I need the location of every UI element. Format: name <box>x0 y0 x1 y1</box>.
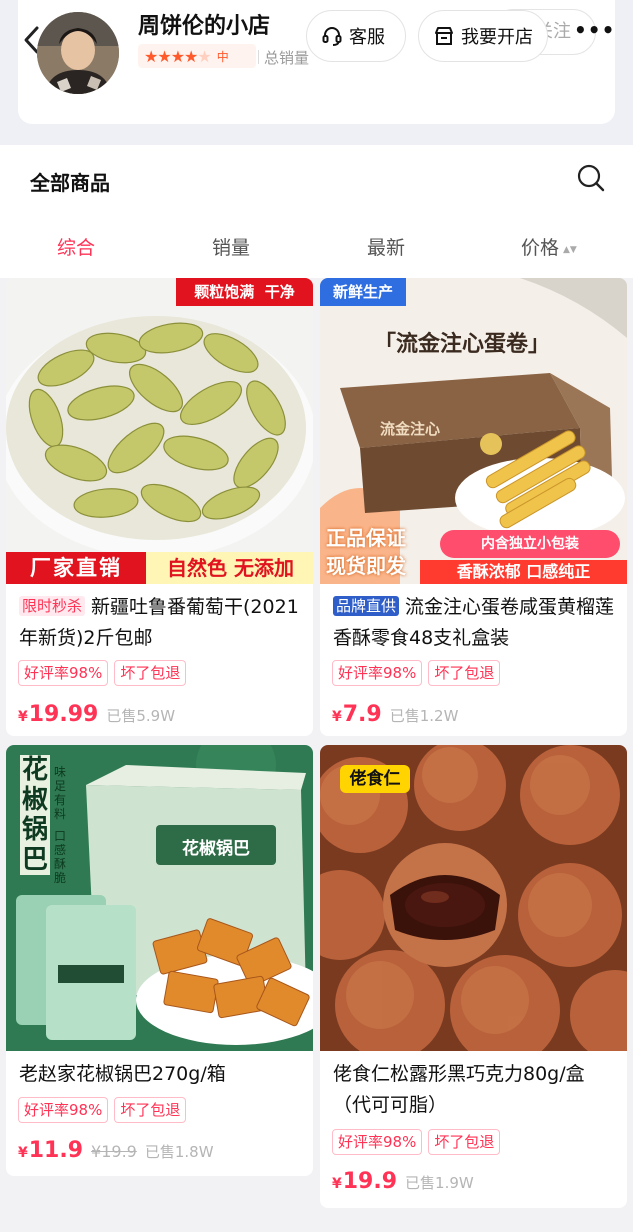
sort-tab-newest[interactable]: 最新 <box>367 233 405 260</box>
headset-icon <box>322 27 342 46</box>
avatar-image <box>37 12 119 94</box>
rating-level: 中 <box>216 49 229 64</box>
product-tags: 好评率98% 坏了包退 <box>332 1129 501 1155</box>
star-icon: ★ <box>184 46 198 66</box>
product-price: ¥19.99 <box>18 702 99 727</box>
product-card[interactable]: 颗粒饱满 干净 厂家直销 自然色 无添加 限时秒杀 新疆吐鲁番葡萄干(2021年新… <box>6 278 313 736</box>
sort-updown-icon: ▲▼ <box>563 245 577 255</box>
shop-rating-badge: ★★★★★ 中 <box>138 44 256 68</box>
product-card[interactable]: 新鲜生产 「流金注心蛋卷」 流金注心 正品保证 现货即发 内含独立小包装 香酥浓… <box>320 278 627 736</box>
sold-count: 已售1.2W <box>389 707 459 725</box>
image-promise-text: 现货即发 <box>326 554 406 578</box>
tag-chip: 好评率98% <box>18 660 109 686</box>
sort-tab-comprehensive[interactable]: 综合 <box>57 233 95 260</box>
product-price: ¥19.9 <box>332 1169 398 1194</box>
image-box-label: 花椒锅巴 <box>182 839 250 859</box>
star-icon: ★ <box>157 46 171 66</box>
sales-total-label: 总销量 <box>257 49 310 67</box>
tag-chip: 坏了包退 <box>114 660 187 686</box>
product-image: 花椒锅巴 味足有料 口感酥脆 花椒锅巴 <box>6 745 313 1051</box>
sold-count: 已售5.9W <box>106 707 176 725</box>
image-vertical-title: 花椒锅巴 <box>20 755 50 875</box>
image-pack-text: 内含独立小包装 <box>481 536 579 552</box>
product-image: 佬食仁 <box>320 745 627 1051</box>
price-row: ¥11.9 ¥19.9 已售1.8W <box>18 1138 214 1163</box>
product-card[interactable]: 花椒锅巴 味足有料 口感酥脆 花椒锅巴 老赵家花椒锅巴270g/箱 好评率98%… <box>6 745 313 1176</box>
search-icon <box>577 164 605 192</box>
star-empty-icon: ★ <box>197 46 211 66</box>
open-shop-label: 我要开店 <box>461 27 533 48</box>
image-banner-text: 厂家直销 <box>30 556 122 580</box>
product-card[interactable]: 佬食仁 佬食仁松露形黑巧克力80g/盒 （代可可脂） 好评率98% 坏了包退 ¥… <box>320 745 627 1208</box>
product-price: ¥11.9 <box>18 1138 84 1163</box>
product-image: 新鲜生产 「流金注心蛋卷」 流金注心 正品保证 现货即发 内含独立小包装 香酥浓… <box>320 278 627 584</box>
image-box-label: 流金注心 <box>380 420 441 438</box>
sold-count: 已售1.8W <box>144 1143 214 1161</box>
image-headline: 「流金注心蛋卷」 <box>373 332 550 357</box>
product-title: 品牌直供 流金注心蛋卷咸蛋黄榴莲香酥零食48支礼盒装 <box>333 592 619 654</box>
product-title: 限时秒杀 新疆吐鲁番葡萄干(2021年新货)2斤包邮 <box>19 592 305 654</box>
image-taste-text: 香酥浓郁 口感纯正 <box>456 562 591 581</box>
open-shop-button[interactable]: 我要开店 <box>418 10 548 62</box>
sort-tab-price-label: 价格 <box>521 237 560 259</box>
customer-service-button[interactable]: 客服 <box>306 10 406 62</box>
sort-tab-sales[interactable]: 销量 <box>212 233 250 260</box>
product-title: 佬食仁松露形黑巧克力80g/盒 （代可可脂） <box>333 1059 619 1121</box>
brand-logo: 佬食仁 <box>349 769 401 789</box>
product-section-header: 全部商品 综合 销量 最新 价格 ▲▼ <box>0 145 633 278</box>
tag-chip: 坏了包退 <box>428 660 501 686</box>
star-icon: ★ <box>144 46 158 66</box>
flash-sale-badge: 限时秒杀 <box>19 596 86 616</box>
section-title: 全部商品 <box>30 171 110 195</box>
tag-chip: 坏了包退 <box>428 1129 501 1155</box>
tag-chip: 好评率98% <box>18 1097 109 1123</box>
tag-chip: 好评率98% <box>332 1129 423 1155</box>
product-tags: 好评率98% 坏了包退 <box>332 660 501 686</box>
product-title: 老赵家花椒锅巴270g/箱 <box>19 1059 305 1090</box>
image-side-note: 味足有料 <box>54 765 67 821</box>
image-banner-text: 颗粒饱满 干净 <box>194 283 295 301</box>
image-banner-text: 自然色 无添加 <box>167 556 294 580</box>
product-tags: 好评率98% 坏了包退 <box>18 660 187 686</box>
more-button[interactable]: ••• <box>574 18 615 42</box>
product-image: 颗粒饱满 干净 厂家直销 自然色 无添加 <box>6 278 313 584</box>
product-title-text: 佬食仁松露形黑巧克力80g/盒 （代可可脂） <box>333 1063 585 1116</box>
shop-name[interactable]: 周饼伦的小店 <box>138 8 270 40</box>
image-side-note: 口感酥脆 <box>54 829 67 885</box>
search-button[interactable] <box>576 163 606 193</box>
image-corner-text: 新鲜生产 <box>332 283 393 301</box>
tag-chip: 坏了包退 <box>114 1097 187 1123</box>
product-tags: 好评率98% 坏了包退 <box>18 1097 187 1123</box>
product-price: ¥7.9 <box>332 702 382 727</box>
brand-direct-badge: 品牌直供 <box>333 596 400 616</box>
shop-avatar[interactable] <box>37 12 119 94</box>
sold-count: 已售1.9W <box>405 1174 474 1192</box>
price-row: ¥19.9 已售1.9W <box>332 1169 474 1194</box>
star-icon: ★ <box>170 46 185 66</box>
tag-chip: 好评率98% <box>332 660 423 686</box>
sort-tab-price[interactable]: 价格 ▲▼ <box>521 233 577 260</box>
price-row: ¥19.99 已售5.9W <box>18 702 175 727</box>
price-row: ¥7.9 已售1.2W <box>332 702 458 727</box>
image-promise-text: 正品保证 <box>326 526 406 550</box>
original-price: ¥19.9 <box>91 1142 137 1161</box>
store-icon <box>435 27 453 45</box>
customer-service-label: 客服 <box>349 27 385 48</box>
rating-stars: ★★★★★ <box>144 46 212 66</box>
product-title-text: 老赵家花椒锅巴270g/箱 <box>19 1063 226 1085</box>
